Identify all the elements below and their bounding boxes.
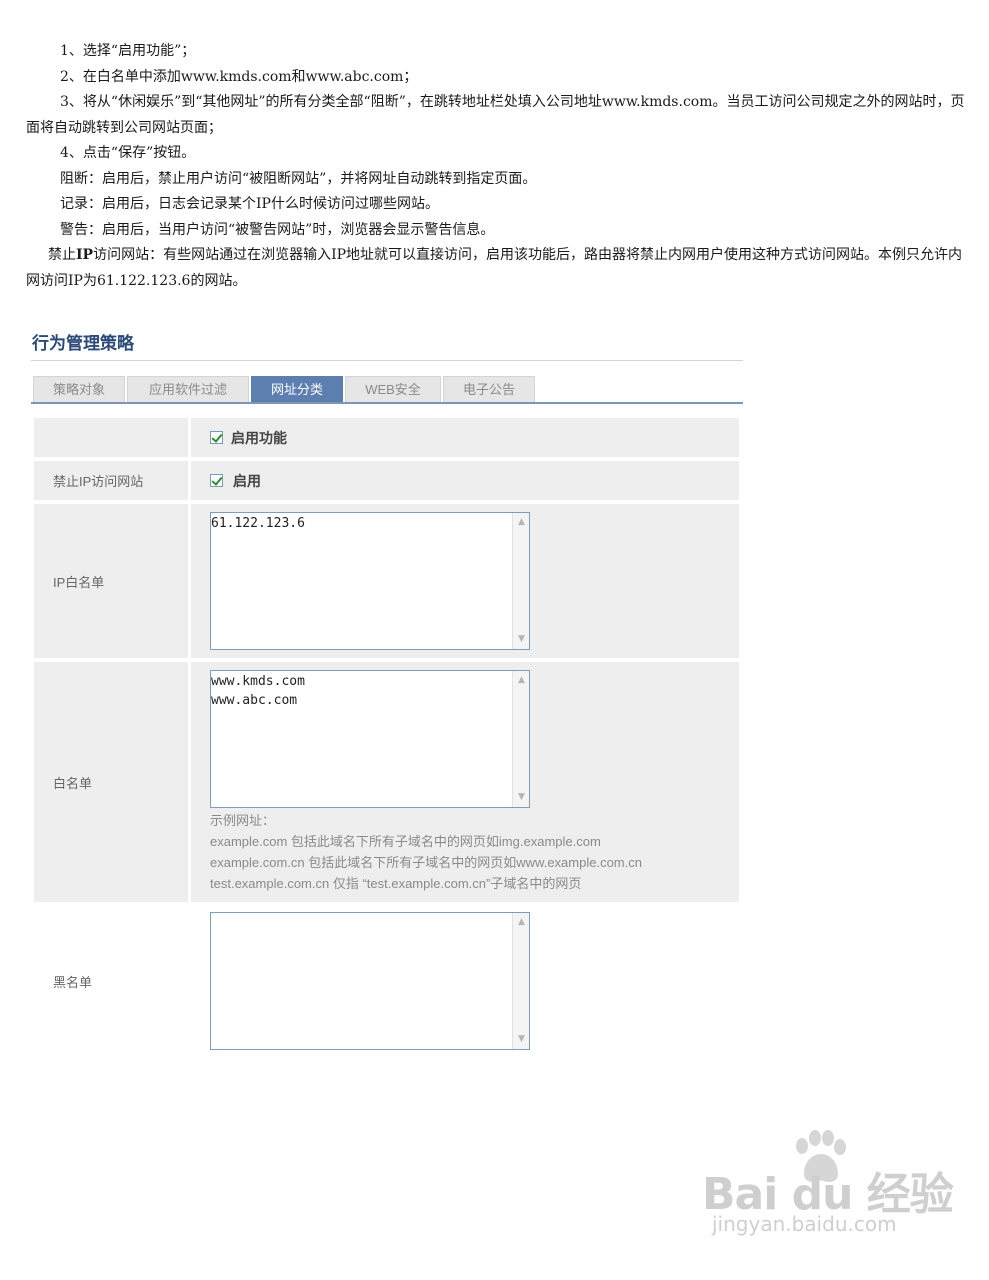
ip-whitelist-row: IP白名单 ▲ ▼	[31, 504, 743, 658]
blacklist-scrollbar[interactable]: ▲ ▼	[512, 913, 529, 1049]
scroll-up-icon[interactable]: ▲	[514, 915, 529, 930]
enable-feature-checkbox[interactable]	[210, 431, 223, 444]
enable-feature-label-cell	[34, 418, 188, 457]
scroll-down-icon[interactable]: ▼	[514, 632, 529, 647]
ban-ip-checkbox[interactable]	[210, 474, 223, 487]
blacklist-row: 黑名单 ▲ ▼	[31, 906, 743, 1056]
ban-ip-row: 禁止IP访问网站 启用	[31, 461, 743, 500]
enable-feature-value-cell: 启用功能	[191, 418, 739, 457]
scroll-down-icon[interactable]: ▼	[514, 790, 529, 805]
step-1: 1、选择“启用功能”；	[60, 43, 196, 59]
behavior-policy-panel: 行为管理策略 策略对象 应用软件过滤 网址分类 WEB安全 电子公告 启用功能 …	[31, 328, 743, 1060]
step-3: 3、将从“休闲娱乐”到“其他网址”的所有分类全部“阻断”，在跳转地址栏处填入公司…	[26, 94, 965, 136]
ip-whitelist-label: IP白名单	[34, 504, 188, 658]
tab-policy-objects[interactable]: 策略对象	[33, 376, 125, 402]
ban-ip-line: 启用	[210, 461, 739, 500]
scroll-up-icon[interactable]: ▲	[514, 673, 529, 688]
ban-ip-enable-label: 启用	[233, 472, 261, 489]
hint-title: 示例网址：	[210, 813, 276, 828]
whitelist-textarea[interactable]	[211, 671, 513, 808]
step-4: 4、点击“保存”按钮。	[60, 145, 196, 161]
url-category-form: 启用功能 禁止IP访问网站 启用 IP白名单 ▲ ▼	[31, 418, 743, 1056]
ban-ip-bold: IP	[76, 247, 94, 263]
whitelist-scrollbar[interactable]: ▲ ▼	[512, 671, 529, 807]
tab-url-category[interactable]: 网址分类	[251, 376, 343, 402]
ban-ip-label: 禁止IP访问网站	[34, 461, 188, 500]
ban-ip-prefix: 禁止	[48, 247, 76, 263]
scroll-down-icon[interactable]: ▼	[514, 1032, 529, 1047]
ip-whitelist-box: ▲ ▼	[210, 512, 530, 650]
whitelist-box: ▲ ▼	[210, 670, 530, 808]
ban-ip-text: 访问网站：有些网站通过在浏览器输入IP地址就可以直接访问，启用该功能后，路由器将…	[26, 247, 963, 289]
ip-whitelist-scrollbar[interactable]: ▲ ▼	[512, 513, 529, 649]
tab-bulletin[interactable]: 电子公告	[443, 376, 535, 402]
blacklist-box: ▲ ▼	[210, 912, 530, 1050]
scroll-up-icon[interactable]: ▲	[514, 515, 529, 530]
blacklist-value-cell: ▲ ▼	[191, 906, 739, 1056]
blacklist-textarea[interactable]	[211, 913, 513, 1050]
blacklist-label: 黑名单	[34, 906, 188, 1056]
ban-ip-value-cell: 启用	[191, 461, 739, 500]
enable-feature-line: 启用功能	[210, 418, 739, 457]
hint-line-2: example.com.cn 包括此域名下所有子域名中的网页如www.examp…	[210, 855, 642, 870]
block-explanation: 阻断：启用后，禁止用户访问“被阻断网站”，并将网址自动跳转到指定页面。	[60, 170, 537, 187]
record-explanation: 记录：启用后，日志会记录某个IP什么时候访问过哪些网站。	[60, 196, 439, 212]
whitelist-label: 白名单	[34, 662, 188, 902]
baidu-jingyan-watermark: Bai du 经验 jingyan.baidu.com	[700, 1130, 960, 1250]
warn-explanation: 警告：启用后，当用户访问“被警告网站”时，浏览器会显示警告信息。	[60, 221, 495, 238]
enable-feature-row: 启用功能	[31, 418, 743, 457]
hint-line-1: example.com 包括此域名下所有子域名中的网页如img.example.…	[210, 834, 601, 849]
instructions: 1、选择“启用功能”； 2、在白名单中添加www.kmds.com和www.ab…	[26, 39, 966, 294]
tab-web-security[interactable]: WEB安全	[345, 376, 441, 402]
whitelist-row: 白名单 ▲ ▼ 示例网址： example.com 包括此域名下所有子域名中的网…	[31, 662, 743, 902]
watermark-url: jingyan.baidu.com	[712, 1212, 897, 1236]
enable-feature-label: 启用功能	[231, 429, 287, 446]
ip-whitelist-textarea[interactable]	[211, 513, 513, 650]
example-hint: 示例网址： example.com 包括此域名下所有子域名中的网页如img.ex…	[210, 810, 739, 900]
tab-bar: 策略对象 应用软件过滤 网址分类 WEB安全 电子公告	[31, 374, 743, 404]
tab-app-filter[interactable]: 应用软件过滤	[127, 376, 249, 402]
whitelist-value-cell: ▲ ▼ 示例网址： example.com 包括此域名下所有子域名中的网页如im…	[191, 662, 739, 902]
ban-ip-explanation: 禁止IP访问网站：有些网站通过在浏览器输入IP地址就可以直接访问，启用该功能后，…	[26, 243, 966, 294]
hint-line-3: test.example.com.cn 仅指 “test.example.com…	[210, 876, 582, 891]
step-2: 2、在白名单中添加www.kmds.com和www.abc.com；	[60, 68, 418, 85]
panel-title: 行为管理策略	[31, 328, 743, 361]
ip-whitelist-value-cell: ▲ ▼	[191, 504, 739, 658]
